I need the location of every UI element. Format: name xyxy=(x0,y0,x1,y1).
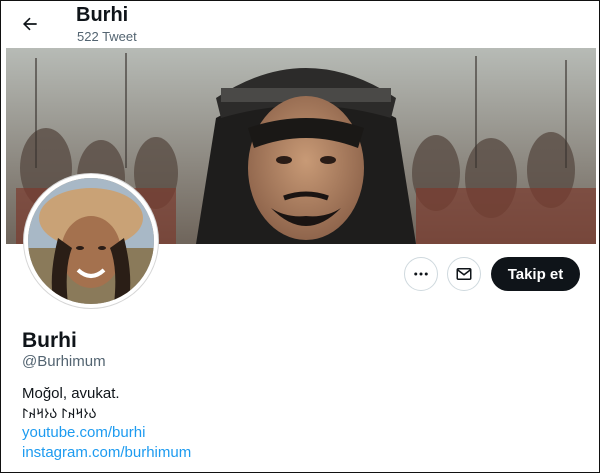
back-button[interactable] xyxy=(12,6,48,42)
profile-header: Burhi 522 Tweet xyxy=(0,0,598,48)
youtube-link[interactable]: youtube.com/burhi xyxy=(22,424,145,441)
bio-old-turkic: 𐰉𐰆𐰺𐰴𐰃 𐰉𐰆𐰺𐰴𐰃 xyxy=(22,407,97,422)
arrow-left-icon xyxy=(23,17,37,31)
follow-button[interactable]: Takip et xyxy=(491,257,580,291)
message-button[interactable] xyxy=(447,257,481,291)
more-button[interactable] xyxy=(404,257,438,291)
avatar[interactable] xyxy=(24,174,158,308)
more-dots-icon xyxy=(414,272,428,276)
tweet-count: 522 Tweet xyxy=(77,29,137,44)
envelope-icon xyxy=(456,268,472,280)
handle: @Burhimum xyxy=(22,353,106,370)
header-title: Burhi xyxy=(76,4,129,26)
avatar-illustration xyxy=(28,178,154,304)
instagram-link[interactable]: instagram.com/burhimum xyxy=(22,444,191,461)
bio-text: Moğol, avukat. xyxy=(22,385,120,402)
display-name: Burhi xyxy=(22,329,77,352)
